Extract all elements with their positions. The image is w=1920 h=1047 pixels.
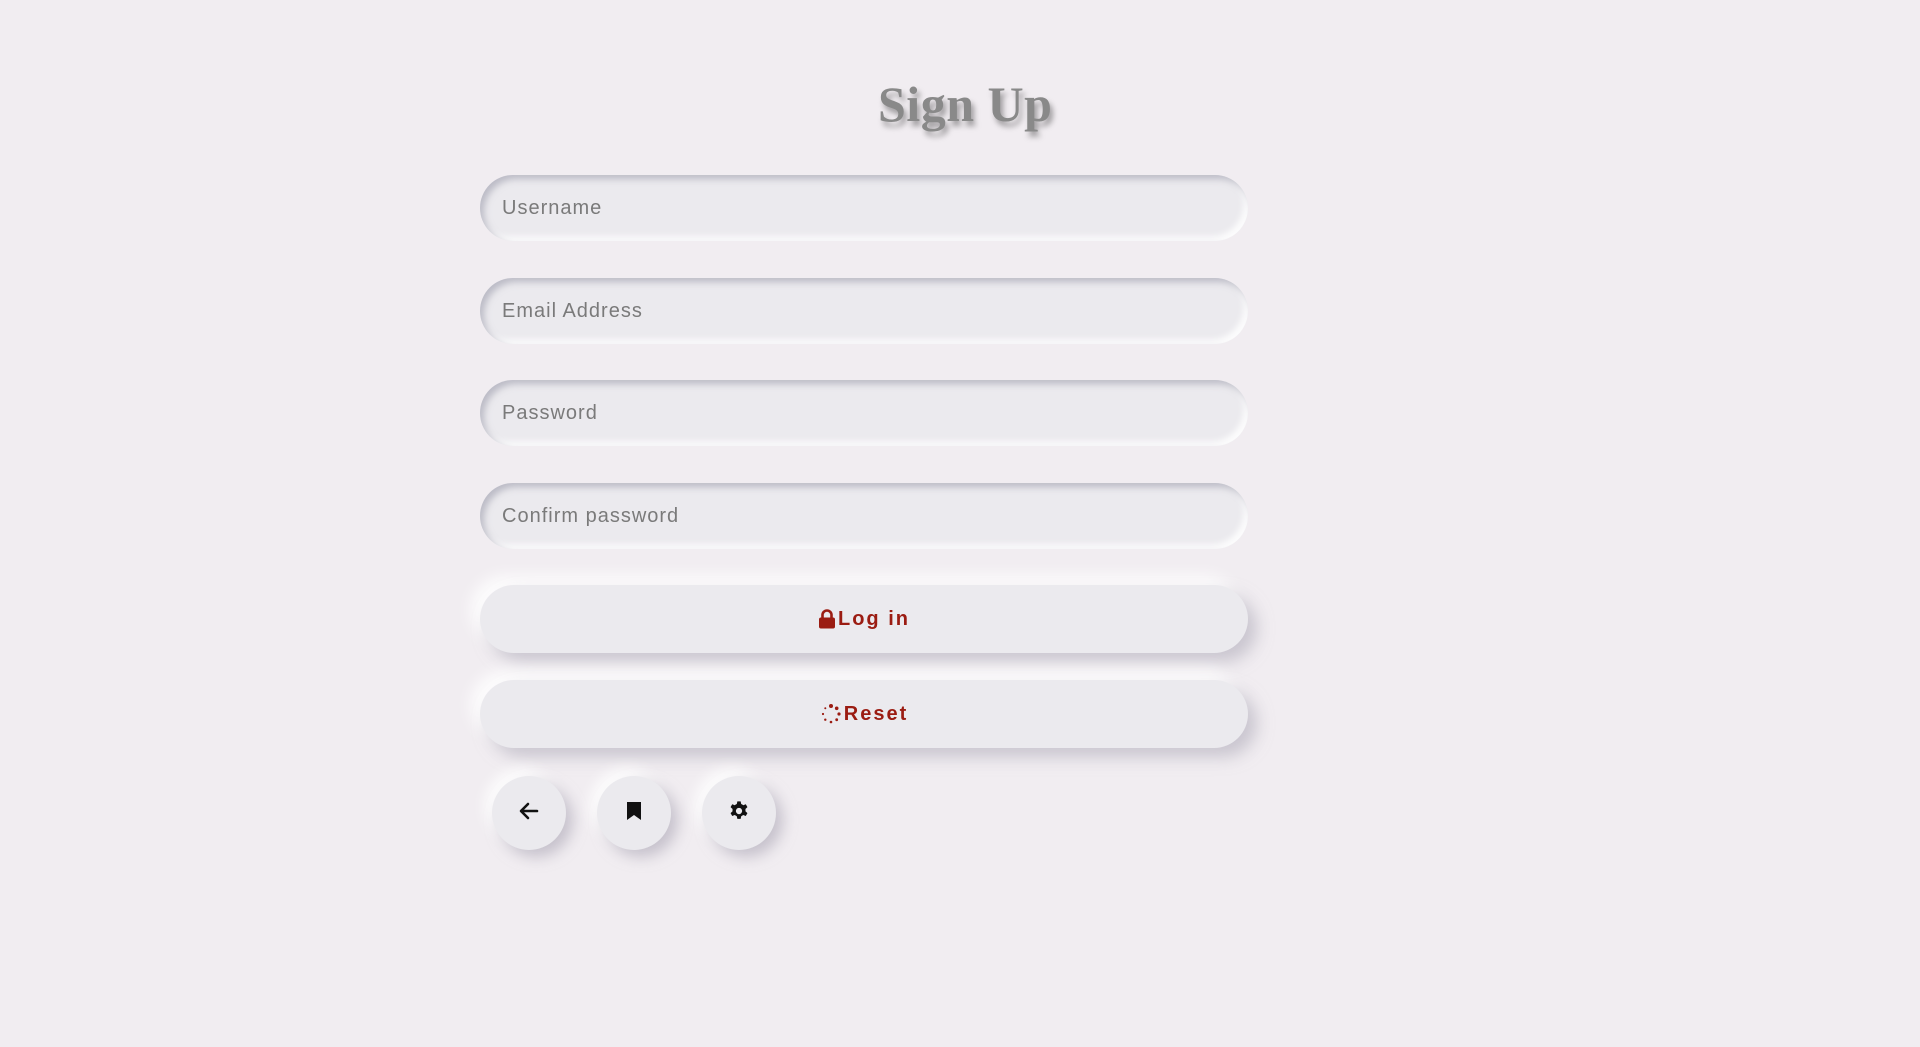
bookmark-button[interactable] <box>597 776 671 850</box>
reset-button-label: Reset <box>843 702 909 725</box>
back-arrow-icon <box>519 802 539 825</box>
reset-button[interactable]: Reset <box>480 680 1248 748</box>
spinner-icon <box>820 703 842 725</box>
gear-icon <box>728 800 750 827</box>
password-input[interactable] <box>480 380 1248 446</box>
bookmark-icon <box>626 801 642 826</box>
signup-page: Sign Up Log in <box>0 0 1920 1047</box>
login-button-label: Log in <box>838 607 910 630</box>
settings-button[interactable] <box>702 776 776 850</box>
page-title: Sign Up <box>878 76 1053 132</box>
confirm-password-input[interactable] <box>480 483 1248 549</box>
back-button[interactable] <box>492 776 566 850</box>
login-button[interactable]: Log in <box>480 585 1248 653</box>
username-input[interactable] <box>480 175 1248 241</box>
email-input[interactable] <box>480 278 1248 344</box>
lock-icon <box>818 609 836 629</box>
